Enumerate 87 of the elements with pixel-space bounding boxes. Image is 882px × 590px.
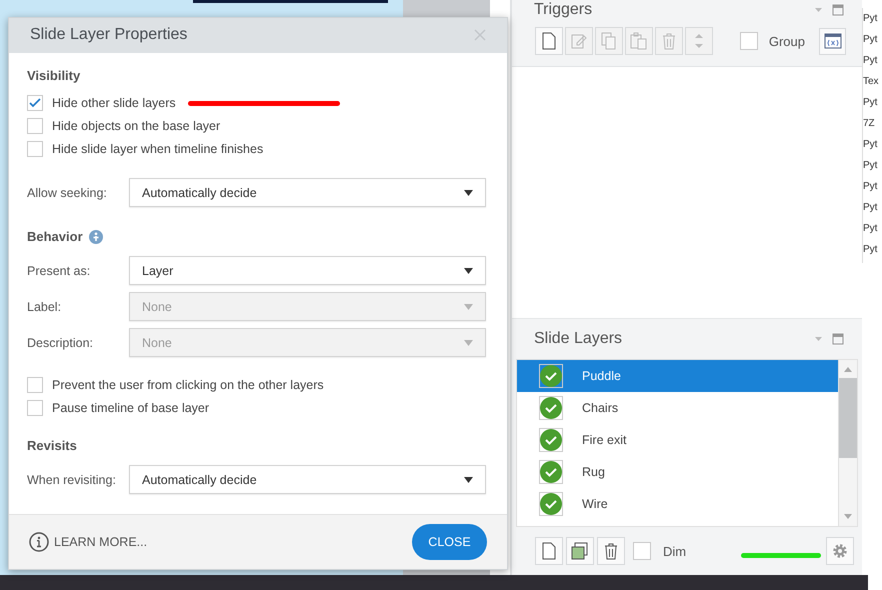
- dropdown[interactable]: Automatically decide: [129, 465, 486, 494]
- section-heading: Visibility: [27, 68, 80, 84]
- scrollbar[interactable]: [838, 360, 857, 526]
- info-icon[interactable]: [88, 230, 103, 244]
- field-label: Present as:: [27, 264, 92, 278]
- layer-name: Puddle: [582, 369, 621, 383]
- field-label: Allow seeking:: [27, 186, 108, 200]
- checkbox[interactable]: [27, 400, 43, 416]
- visibility-toggle[interactable]: [539, 460, 563, 484]
- checkbox[interactable]: [27, 95, 43, 112]
- file-name[interactable]: Pyt: [863, 218, 882, 239]
- layer-row[interactable]: Fire exit: [517, 424, 838, 456]
- visibility-toggle[interactable]: [539, 428, 563, 452]
- learn-more-link[interactable]: LEARN MORE...: [29, 532, 148, 552]
- duplicate-icon: [571, 542, 589, 560]
- checkbox[interactable]: [27, 118, 43, 134]
- delete-layer-button[interactable]: [597, 537, 625, 565]
- duplicate-layer-button[interactable]: [566, 537, 594, 565]
- checkbox-label: Hide slide layer when timeline finishes: [52, 142, 264, 156]
- group-label: Group: [768, 34, 805, 48]
- close-icon[interactable]: [474, 29, 486, 42]
- trash-icon: [604, 542, 618, 560]
- caret-icon: [464, 304, 473, 310]
- caret-icon: [464, 340, 473, 346]
- visibility-toggle[interactable]: [539, 364, 563, 388]
- up-down-arrows-icon: [693, 31, 705, 51]
- checkbox-label: Hide objects on the base layer: [52, 119, 220, 134]
- panel-options-icon[interactable]: [812, 3, 846, 17]
- file-name[interactable]: Pyt: [863, 8, 882, 29]
- info-icon: [29, 532, 49, 552]
- file-name[interactable]: 7Z: [863, 113, 882, 134]
- file-name[interactable]: Pyt: [863, 176, 882, 197]
- panel-options-icon[interactable]: [812, 332, 846, 346]
- scroll-down-icon[interactable]: [844, 514, 852, 520]
- section-heading: Revisits: [27, 438, 77, 454]
- dim-label: Dim: [663, 544, 686, 558]
- file-name[interactable]: Pyt: [863, 155, 882, 176]
- field-label: Label:: [27, 300, 62, 314]
- paste-icon: [630, 32, 648, 50]
- layer-row[interactable]: Rug: [517, 456, 838, 488]
- file-name[interactable]: Pyt: [863, 29, 882, 50]
- toolbar-button[interactable]: [535, 27, 563, 55]
- caret-icon: [464, 190, 473, 196]
- scroll-up-icon[interactable]: [844, 366, 852, 372]
- layer-row[interactable]: Chairs: [517, 392, 838, 424]
- visibility-toggle[interactable]: [539, 396, 563, 420]
- trash-icon: [662, 32, 676, 50]
- checkbox-label: Hide other slide layers: [52, 96, 176, 110]
- caret-icon: [464, 268, 473, 274]
- settings-icon: [831, 542, 849, 560]
- layer-name: Rug: [582, 465, 605, 479]
- new-page-icon: [542, 542, 556, 560]
- checkbox[interactable]: [27, 141, 43, 158]
- layer-name: Wire: [582, 497, 608, 511]
- panel-title: Slide Layers: [534, 330, 622, 348]
- layer-row[interactable]: Puddle: [517, 360, 838, 392]
- group-checkbox[interactable]: [740, 32, 758, 50]
- settings-button[interactable]: [826, 537, 854, 565]
- checkbox-label: Pause timeline of base layer: [52, 401, 210, 416]
- edit-icon: [571, 33, 587, 49]
- file-name[interactable]: Pyt: [863, 134, 882, 155]
- field-label: When revisiting:: [27, 472, 117, 487]
- variables-icon: [824, 33, 842, 49]
- file-name[interactable]: Pyt: [863, 92, 882, 113]
- file-name[interactable]: Pyt: [863, 239, 882, 260]
- field-label: Description:: [27, 336, 94, 350]
- new-layer-button[interactable]: [535, 537, 563, 565]
- file-name[interactable]: Pyt: [863, 197, 882, 218]
- panel-title: Triggers: [534, 1, 592, 19]
- new-page-icon: [542, 32, 556, 50]
- dropdown[interactable]: Layer: [129, 256, 486, 286]
- caret-icon: [464, 476, 473, 483]
- dim-checkbox[interactable]: [633, 542, 651, 560]
- dialog-title: Slide Layer Properties: [30, 26, 188, 44]
- section-heading: Behavior: [27, 229, 83, 244]
- file-name[interactable]: Pyt: [863, 50, 882, 71]
- close-button[interactable]: CLOSE: [412, 524, 487, 560]
- layer-name: Fire exit: [582, 433, 626, 447]
- visibility-toggle[interactable]: [539, 492, 563, 516]
- dropdown[interactable]: Automatically decide: [129, 178, 486, 208]
- file-name[interactable]: Tex: [863, 71, 882, 92]
- checkbox[interactable]: [27, 377, 43, 394]
- checkbox-label: Prevent the user from clicking on the other layers: [52, 378, 324, 392]
- layer-name: Chairs: [582, 401, 618, 415]
- layer-row[interactable]: Wire: [517, 488, 838, 520]
- variables-button[interactable]: [819, 28, 846, 54]
- copy-icon: [601, 32, 617, 50]
